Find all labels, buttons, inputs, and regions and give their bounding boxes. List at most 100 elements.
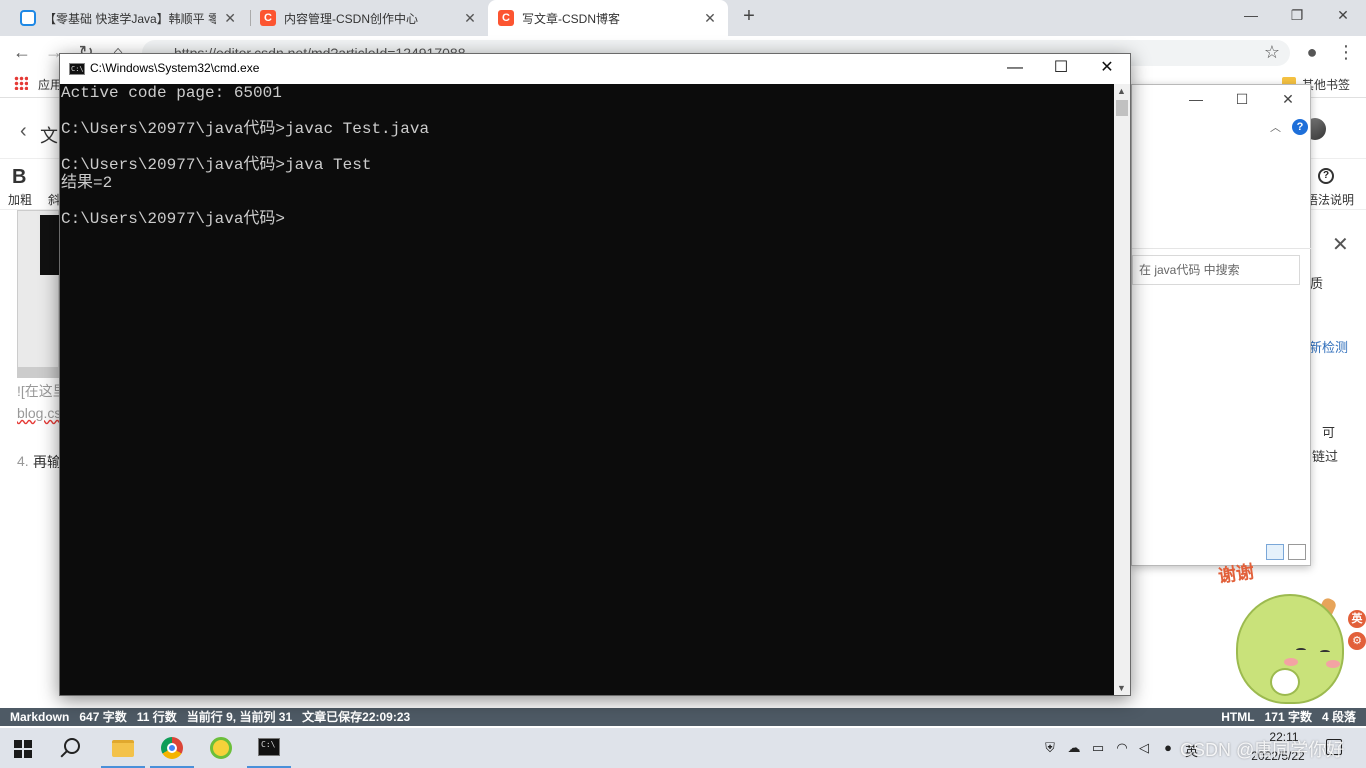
status-cursor: 当前行 9, 当前列 31	[186, 710, 293, 724]
console-line: C:\Users\20977\java代码>java Test	[61, 156, 372, 174]
close-button[interactable]: ✕	[1084, 54, 1130, 84]
status-html-chars: 171 字数	[1264, 710, 1312, 724]
page-title: 文	[40, 126, 58, 146]
wifi-icon[interactable]: ◠	[1114, 740, 1130, 756]
apps-grid-icon[interactable]	[14, 76, 28, 90]
cmd-icon: C:\	[258, 738, 280, 756]
tab-label: 写文章-CSDN博客	[522, 11, 620, 26]
console-line: Active code page: 65001	[61, 84, 282, 102]
volume-icon[interactable]: ◁	[1136, 740, 1152, 756]
tab-label: 【零基础 快速学Java】韩顺平 零	[44, 11, 217, 26]
browser-tab-strip: 【零基础 快速学Java】韩顺平 零 ✕ C 内容管理-CSDN创作中心 ✕ C…	[0, 0, 1366, 36]
tab-bilibili[interactable]: 【零基础 快速学Java】韩顺平 零 ✕	[10, 0, 248, 36]
large-icons-view-icon[interactable]	[1288, 544, 1306, 560]
start-tile	[14, 750, 22, 758]
start-tile	[24, 740, 32, 748]
bookmark-star-icon[interactable]: ☆	[1260, 41, 1284, 65]
new-tab-button[interactable]: +	[738, 6, 760, 28]
sticker-eye	[1296, 648, 1306, 652]
chevron-left-icon[interactable]: ‹	[20, 120, 27, 143]
tab-label: 内容管理-CSDN创作中心	[284, 11, 418, 26]
search-input[interactable]: 在 java代码 中搜索	[1132, 255, 1300, 285]
cmd-title-bar[interactable]: C:\ C:\Windows\System32\cmd.exe — ☐ ✕	[60, 54, 1130, 84]
gear-icon[interactable]: ⚙	[1348, 632, 1366, 650]
sticker-eye	[1320, 650, 1330, 654]
green-tray-icon[interactable]: ●	[1160, 740, 1176, 756]
panel-text-can: 可	[1322, 425, 1336, 440]
help-icon[interactable]: ?	[1292, 119, 1308, 135]
thumbnail-console	[40, 215, 60, 275]
green-app-icon	[210, 737, 232, 759]
sticker-caption: 谢谢	[1216, 561, 1256, 587]
console-line: C:\Users\20977\java代码>javac Test.java	[61, 120, 430, 138]
search-icon[interactable]	[64, 738, 80, 754]
ime-badge[interactable]: 英	[1348, 610, 1366, 628]
close-icon[interactable]: ✕	[222, 10, 238, 27]
scroll-up-icon[interactable]: ▲	[1117, 86, 1126, 96]
status-html: HTML	[1221, 710, 1255, 724]
start-tile	[24, 750, 32, 758]
console-line: 结果=2	[61, 174, 113, 192]
chevron-up-icon[interactable]: ︿	[1270, 119, 1281, 135]
status-lines: 11 行数	[136, 710, 177, 724]
restore-button[interactable]: ❐	[1282, 4, 1312, 28]
close-button[interactable]: ✕	[1276, 91, 1300, 108]
console-prompt[interactable]: C:\Users\20977\java代码>	[61, 210, 1114, 228]
question-circle-icon[interactable]: ?	[1318, 168, 1334, 184]
close-window-button[interactable]: ✕	[1328, 4, 1358, 28]
file-explorer-window[interactable]: — ☐ ✕ ︿ ? 在 java代码 中搜索	[1131, 84, 1312, 566]
minimize-button[interactable]: —	[1236, 4, 1266, 28]
status-saved: 文章已保存22:09:23	[302, 710, 411, 724]
details-view-icon[interactable]	[1266, 544, 1284, 560]
scrollbar[interactable]: ▲ ▼	[1114, 84, 1130, 695]
url-text[interactable]: blog.cs	[17, 405, 61, 421]
status-left: Markdown 647 字数 11 行数 当前行 9, 当前列 31 文章已保…	[10, 708, 410, 726]
battery-icon[interactable]: ▭	[1090, 740, 1106, 756]
chrome-icon	[161, 737, 183, 759]
bold-icon[interactable]: B	[12, 166, 26, 189]
csdn-icon: C	[498, 10, 514, 26]
close-icon[interactable]: ✕	[462, 10, 478, 27]
profile-icon[interactable]: ●	[1300, 41, 1324, 65]
list-item-text[interactable]: 再输	[33, 452, 61, 472]
back-arrow-icon[interactable]: ←	[10, 41, 34, 65]
start-tile	[14, 740, 22, 748]
status-paragraphs: 4 段落	[1321, 710, 1356, 724]
tab-content-management[interactable]: C 内容管理-CSDN创作中心 ✕	[250, 0, 488, 36]
file-explorer-icon	[112, 740, 134, 757]
taskbar: C:\ ⛨ ☁ ▭ ◠ ◁ ● 英 22:11 2022/5/22	[0, 728, 1366, 768]
menu-kebab-icon[interactable]: ⋮	[1334, 41, 1358, 65]
console-icon: C:\	[69, 63, 85, 75]
cloud-icon[interactable]: ☁	[1066, 740, 1082, 756]
screenshot-thumbnail	[17, 210, 60, 378]
status-mode: Markdown	[10, 710, 70, 724]
sticker-cheek	[1326, 660, 1340, 668]
shield-icon[interactable]: ⛨	[1042, 740, 1058, 756]
maximize-button[interactable]: ☐	[1230, 91, 1254, 108]
panel-text-link: 链过	[1312, 449, 1339, 464]
csdn-icon: C	[260, 10, 276, 26]
status-right: HTML 171 字数 4 段落	[1221, 708, 1356, 726]
panel-text-quality: 质	[1310, 276, 1324, 291]
cmd-window[interactable]: C:\ C:\Windows\System32\cmd.exe — ☐ ✕ Ac…	[59, 53, 1131, 696]
bilibili-icon	[20, 10, 36, 26]
scroll-down-icon[interactable]: ▼	[1117, 683, 1126, 693]
list-number: 4.	[17, 453, 29, 469]
recheck-link[interactable]: 新检测	[1309, 337, 1348, 356]
syntax-help-button[interactable]: 语法说明	[1306, 191, 1354, 208]
minimize-button[interactable]: —	[1184, 91, 1208, 107]
console-output[interactable]: Active code page: 65001 C:\Users\20977\j…	[60, 84, 1114, 695]
tab-write-article[interactable]: C 写文章-CSDN博客 ✕	[488, 0, 728, 36]
start-icon[interactable]	[14, 740, 32, 758]
close-icon[interactable]: ✕	[702, 10, 718, 27]
maximize-button[interactable]: ☐	[1038, 54, 1084, 84]
close-panel-icon[interactable]: ✕	[1332, 232, 1349, 257]
csdn-watermark: CSDN @唐同学你好	[1180, 740, 1345, 760]
status-chars: 647 字数	[79, 710, 127, 724]
minimize-button[interactable]: —	[992, 54, 1038, 84]
bold-button[interactable]: 加粗	[8, 191, 32, 208]
scroll-thumb[interactable]	[1116, 100, 1128, 116]
sticker-ball	[1270, 668, 1300, 696]
